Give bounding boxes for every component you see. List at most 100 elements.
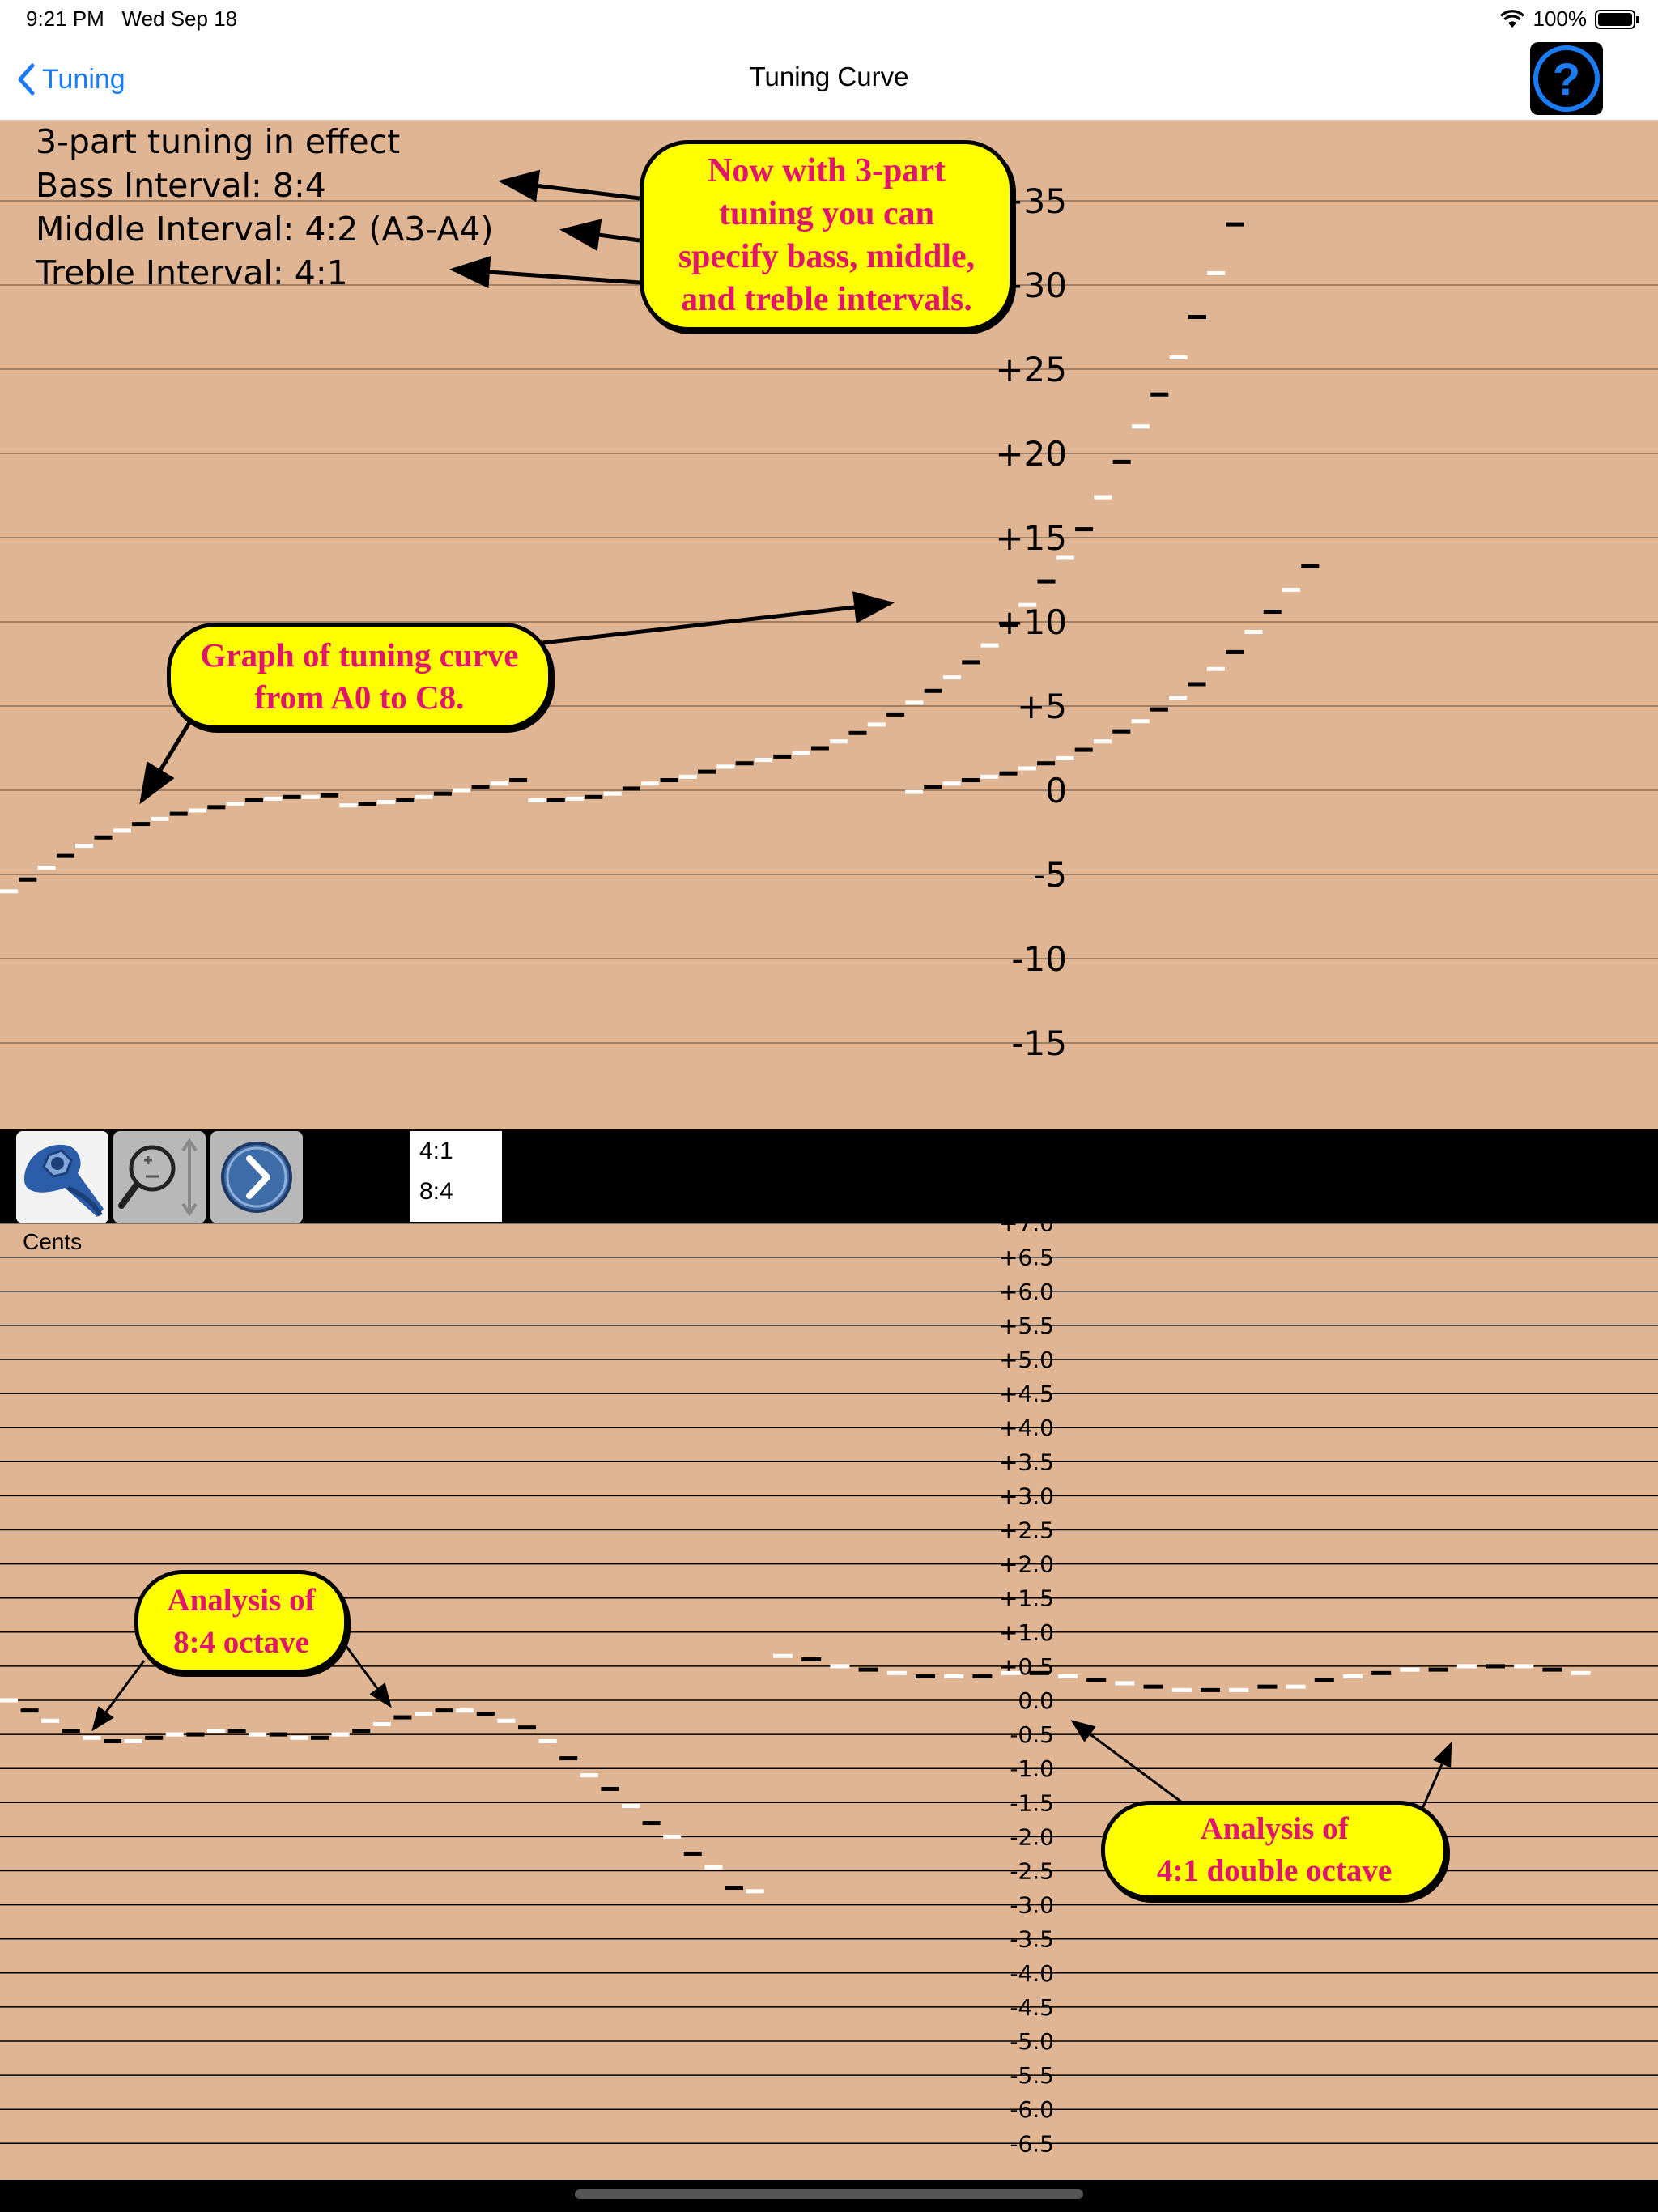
tuning-point bbox=[755, 758, 772, 763]
interval-item[interactable]: 4:1 bbox=[410, 1131, 502, 1172]
callout-line: 8:4 octave bbox=[173, 1625, 309, 1660]
interval-analysis-chart[interactable]: +7.0 +6.5 +6.0 +5.5 +5.0 +4.5 +4.0 +3.5 +3.0 +2.5… bbox=[0, 1223, 1658, 2180]
tuning-point bbox=[1075, 527, 1094, 532]
analysis-4-1-point bbox=[1314, 1678, 1334, 1682]
tuning-point bbox=[56, 853, 74, 858]
analysis-8-4-point bbox=[476, 1712, 495, 1716]
y-tick-label: -10 bbox=[1011, 939, 1067, 979]
analysis-4-1-point bbox=[1201, 1687, 1220, 1692]
callout-line: 4:1 double octave bbox=[1156, 1853, 1392, 1888]
tuning-point bbox=[490, 781, 508, 786]
y-tick-label: +2.5 bbox=[999, 1517, 1054, 1544]
next-button[interactable] bbox=[210, 1131, 303, 1223]
callout-line: Graph of tuning curve bbox=[200, 636, 519, 674]
tuning-point bbox=[943, 675, 961, 680]
y-tick-label: +10 bbox=[995, 602, 1067, 642]
tuning-point bbox=[773, 754, 792, 759]
interval-list[interactable]: 4:1 8:4 bbox=[410, 1131, 502, 1222]
tuning-point bbox=[283, 794, 301, 799]
tuning-point bbox=[905, 700, 924, 705]
tuning-point bbox=[509, 778, 528, 783]
tuning-point bbox=[999, 771, 1018, 776]
tuning-point bbox=[339, 803, 358, 808]
tuning-point bbox=[1056, 555, 1074, 560]
tuning-point bbox=[0, 889, 18, 894]
tuning-curve-chart[interactable]: +35 +30 +25 +20 +15 +10 +5 0 -5 -10 -15 3-part tun… bbox=[0, 121, 1658, 1129]
analysis-4-1-point bbox=[1229, 1687, 1249, 1692]
tuning-point bbox=[1074, 747, 1093, 752]
tuning-point bbox=[1112, 729, 1131, 734]
y-tick-label: +4.5 bbox=[999, 1380, 1054, 1407]
tuning-point bbox=[321, 793, 339, 798]
tuning-point bbox=[999, 623, 1018, 627]
settings-button[interactable] bbox=[16, 1131, 108, 1223]
y-tick-label: +5.5 bbox=[999, 1312, 1054, 1339]
tuning-point bbox=[641, 781, 660, 786]
analysis-8-4-point bbox=[207, 1729, 225, 1733]
tuning-point bbox=[1150, 392, 1169, 397]
analysis-4-1-point bbox=[1029, 1670, 1049, 1675]
tuning-point bbox=[414, 794, 433, 799]
y-tick-label: -5.5 bbox=[1010, 2062, 1054, 2089]
help-button[interactable]: ? bbox=[1530, 42, 1603, 115]
analysis-8-4-point bbox=[746, 1889, 764, 1894]
analysis-4-1-point bbox=[1514, 1664, 1534, 1669]
home-indicator bbox=[575, 2189, 1083, 2199]
y-axis-label: Cents bbox=[23, 1229, 82, 1254]
tuning-point bbox=[1150, 707, 1168, 712]
analysis-4-1-point bbox=[1286, 1684, 1306, 1689]
tuning-point bbox=[528, 798, 546, 802]
y-tick-label: +1.5 bbox=[999, 1585, 1054, 1612]
wifi-icon bbox=[1499, 9, 1524, 28]
tuning-point bbox=[1018, 602, 1037, 607]
analysis-4-1-point bbox=[1343, 1674, 1363, 1679]
y-tick-label: +6.5 bbox=[999, 1244, 1054, 1271]
analysis-4-1-point bbox=[886, 1670, 907, 1675]
analysis-8-4-point bbox=[683, 1851, 702, 1856]
tuning-point bbox=[19, 877, 37, 882]
tuning-point bbox=[980, 643, 999, 648]
analysis-8-4-point bbox=[311, 1735, 329, 1740]
y-tick-label: -3.5 bbox=[1010, 1926, 1054, 1953]
tuning-point bbox=[830, 739, 848, 744]
y-tick-label: +6.0 bbox=[999, 1278, 1054, 1305]
analysis-8-4-point bbox=[601, 1786, 619, 1791]
y-tick-label: +2.0 bbox=[999, 1551, 1054, 1578]
y-tick-label: +3.5 bbox=[999, 1448, 1054, 1475]
tuning-point bbox=[905, 789, 923, 794]
analysis-4-1-point bbox=[1571, 1670, 1591, 1675]
analysis-8-4-point bbox=[435, 1708, 453, 1713]
tuning-point bbox=[244, 798, 263, 802]
y-tick-label: +5.0 bbox=[999, 1346, 1054, 1373]
analysis-8-4-callout: Analysis of 8:4 octave bbox=[134, 1570, 348, 1674]
tuning-point bbox=[1094, 739, 1112, 744]
analysis-8-4-point bbox=[62, 1729, 80, 1733]
tuning-point bbox=[301, 794, 320, 799]
analysis-4-1-point bbox=[1257, 1684, 1278, 1689]
analysis-8-4-point bbox=[227, 1729, 246, 1733]
tuning-point bbox=[1301, 564, 1320, 568]
tuning-point bbox=[132, 822, 151, 827]
y-tick-label: -6.0 bbox=[1010, 2096, 1054, 2123]
tuning-point bbox=[810, 746, 829, 751]
y-tick-label: +0.5 bbox=[999, 1653, 1054, 1680]
analysis-4-1-point bbox=[1001, 1670, 1021, 1675]
analysis-4-1-point bbox=[1428, 1667, 1448, 1672]
y-tick-label: -5 bbox=[1033, 855, 1067, 895]
analysis-4-1-point bbox=[972, 1674, 993, 1679]
analysis-8-4-point bbox=[642, 1821, 661, 1826]
callout-line: specify bass, middle, bbox=[678, 238, 976, 275]
analysis-8-4-point bbox=[393, 1715, 412, 1720]
y-tick-label: -3.0 bbox=[1010, 1892, 1054, 1919]
analysis-4-1-point bbox=[1456, 1664, 1477, 1669]
analysis-8-4-point bbox=[269, 1732, 287, 1737]
analysis-8-4-point bbox=[538, 1739, 557, 1744]
analysis-8-4-point bbox=[249, 1732, 267, 1737]
svg-text:?: ? bbox=[1553, 53, 1580, 104]
tuning-point bbox=[151, 816, 169, 821]
tuning-point bbox=[264, 796, 283, 801]
tuning-point bbox=[792, 751, 810, 755]
interval-item[interactable]: 8:4 bbox=[410, 1172, 502, 1212]
zoom-button[interactable] bbox=[113, 1131, 206, 1223]
tuning-point bbox=[471, 785, 490, 789]
